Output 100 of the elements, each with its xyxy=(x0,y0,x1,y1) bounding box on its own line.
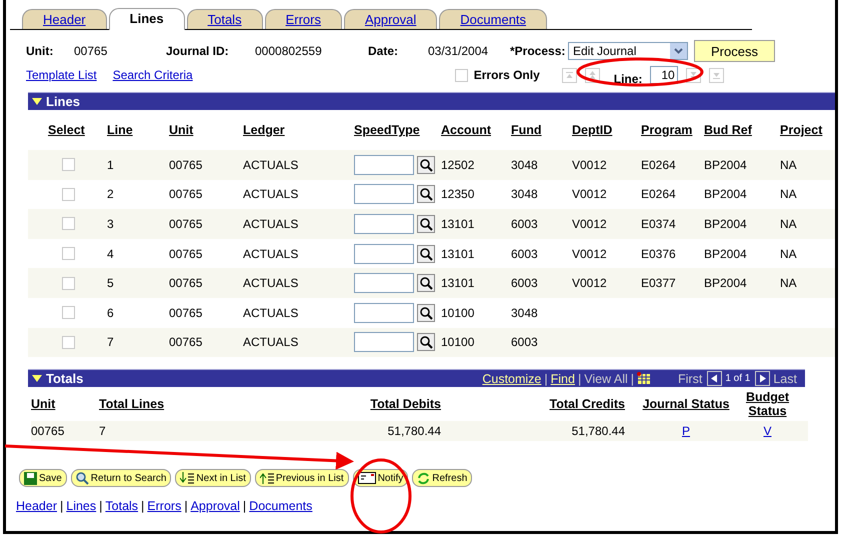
search-icon[interactable] xyxy=(417,156,435,174)
table-cell-text: V0012 xyxy=(572,158,608,172)
column-header[interactable]: SpeedType xyxy=(354,123,441,137)
page-link[interactable]: Template List xyxy=(26,68,97,82)
footer-link[interactable]: Documents xyxy=(249,499,312,514)
table-cell-text: BP2004 xyxy=(704,246,748,261)
first-label: First xyxy=(678,372,702,386)
column-header[interactable]: Unit xyxy=(169,123,243,137)
save-button[interactable]: Save xyxy=(19,469,67,488)
tab[interactable]: Documents xyxy=(439,9,548,29)
search-icon[interactable] xyxy=(417,214,435,233)
search-button[interactable]: Return to Search xyxy=(70,469,172,488)
footer-link[interactable]: Header xyxy=(16,499,57,514)
column-header[interactable]: Ledger xyxy=(243,123,354,137)
column-header[interactable]: Bud Ref xyxy=(704,123,780,137)
collapse-triangle-icon[interactable] xyxy=(32,98,42,106)
next-row-icon[interactable] xyxy=(686,68,701,82)
table-cell-text: ACTUALS xyxy=(243,158,300,172)
search-icon[interactable] xyxy=(417,244,435,263)
search-icon[interactable] xyxy=(417,333,435,352)
column-header[interactable]: DeptID xyxy=(572,123,641,137)
chevron-down-icon xyxy=(674,48,683,54)
prev-button[interactable]: Previous in List xyxy=(254,469,349,488)
column-header[interactable]: Total Debits xyxy=(259,397,441,412)
table-cell-text: 3 xyxy=(107,216,115,231)
status-link[interactable]: V xyxy=(737,424,798,438)
tab[interactable]: Totals xyxy=(186,9,263,29)
status-link[interactable]: P xyxy=(625,424,737,438)
table-cell-text: 00765 xyxy=(169,216,204,231)
errors-only-checkbox[interactable] xyxy=(454,68,468,82)
next-page-icon[interactable] xyxy=(755,371,770,386)
table-cell-text: E0377 xyxy=(641,276,677,290)
row-checkbox[interactable] xyxy=(62,217,75,230)
process-dropdown[interactable]: Edit Journal xyxy=(568,42,688,60)
line-label: Line: xyxy=(614,72,644,86)
table-cell-text: 2 xyxy=(107,187,115,202)
line-input[interactable]: 10 xyxy=(650,66,678,84)
table-cell-text: ACTUALS xyxy=(243,306,300,320)
tab[interactable]: Approval xyxy=(344,9,438,29)
footer-link[interactable]: Totals xyxy=(105,499,138,514)
row-checkbox[interactable] xyxy=(62,306,75,320)
previous-row-icon[interactable] xyxy=(584,68,600,82)
speedtype-input[interactable] xyxy=(354,332,414,352)
table-cell-text: 1 xyxy=(107,158,115,172)
column-header[interactable]: Line xyxy=(107,123,169,137)
unit-value: 00765 xyxy=(74,44,108,58)
speedtype-input[interactable] xyxy=(354,302,414,323)
footer-link[interactable]: Approval xyxy=(190,499,240,514)
footer-link[interactable]: Errors xyxy=(147,499,182,514)
envelope-icon xyxy=(358,472,376,484)
table-cell-text: BP2004 xyxy=(704,216,748,231)
column-header[interactable]: Budget Status xyxy=(737,390,798,418)
speedtype-input[interactable] xyxy=(354,184,414,204)
row-checkbox[interactable] xyxy=(62,188,75,201)
speedtype-input[interactable] xyxy=(354,214,414,234)
table-cell-text: 00765 xyxy=(169,276,204,290)
next-button[interactable]: Next in List xyxy=(175,469,251,488)
column-header[interactable]: Fund xyxy=(511,123,572,137)
table-cell-text: 51,780.44 xyxy=(386,424,441,438)
column-header[interactable]: Account xyxy=(441,123,511,137)
table-cell-text: 7 xyxy=(107,335,115,350)
column-header[interactable]: Select xyxy=(48,123,107,137)
table-cell-text: 6003 xyxy=(511,335,539,350)
customize-link[interactable]: Customize xyxy=(482,372,542,386)
view-all-link[interactable]: View All xyxy=(584,372,628,386)
table-cell-text: BP2004 xyxy=(704,158,748,172)
table-cell-text: NA xyxy=(780,187,798,202)
search-icon[interactable] xyxy=(417,304,435,322)
row-checkbox[interactable] xyxy=(62,158,75,172)
footer-link[interactable]: Lines xyxy=(66,499,96,514)
search-icon[interactable] xyxy=(417,185,435,204)
process-button[interactable]: Process xyxy=(694,40,775,62)
last-row-icon[interactable] xyxy=(708,68,724,82)
date-value: 03/31/2004 xyxy=(428,44,490,58)
column-header[interactable]: Journal Status xyxy=(625,397,737,412)
column-header[interactable]: Project xyxy=(780,123,835,137)
row-checkbox[interactable] xyxy=(62,276,75,290)
row-checkbox[interactable] xyxy=(62,247,75,260)
tab[interactable]: Errors xyxy=(264,9,342,29)
row-checkbox[interactable] xyxy=(62,336,75,349)
column-header[interactable]: Total Lines xyxy=(99,397,259,412)
speedtype-input[interactable] xyxy=(354,273,414,294)
speedtype-input[interactable] xyxy=(354,154,414,175)
previous-page-icon[interactable] xyxy=(707,371,722,386)
page-link[interactable]: Search Criteria xyxy=(112,68,193,82)
table-cell-text: NA xyxy=(780,276,798,290)
tab[interactable]: Lines xyxy=(108,8,185,30)
table-cell-text: 12502 xyxy=(441,158,476,172)
search-icon[interactable] xyxy=(417,274,435,292)
tab[interactable]: Header xyxy=(22,9,107,29)
speedtype-input[interactable] xyxy=(354,244,414,264)
grid-icon[interactable] xyxy=(637,372,652,386)
find-link[interactable]: Find xyxy=(550,372,575,386)
errors-only-label: Errors Only xyxy=(474,68,541,82)
first-row-icon[interactable] xyxy=(562,68,577,82)
column-header[interactable]: Unit xyxy=(31,397,99,412)
column-header[interactable]: Program xyxy=(641,123,704,137)
column-header[interactable]: Total Credits xyxy=(441,397,625,412)
refresh-button[interactable]: Refresh xyxy=(412,469,472,488)
collapse-triangle-icon[interactable] xyxy=(32,374,42,383)
